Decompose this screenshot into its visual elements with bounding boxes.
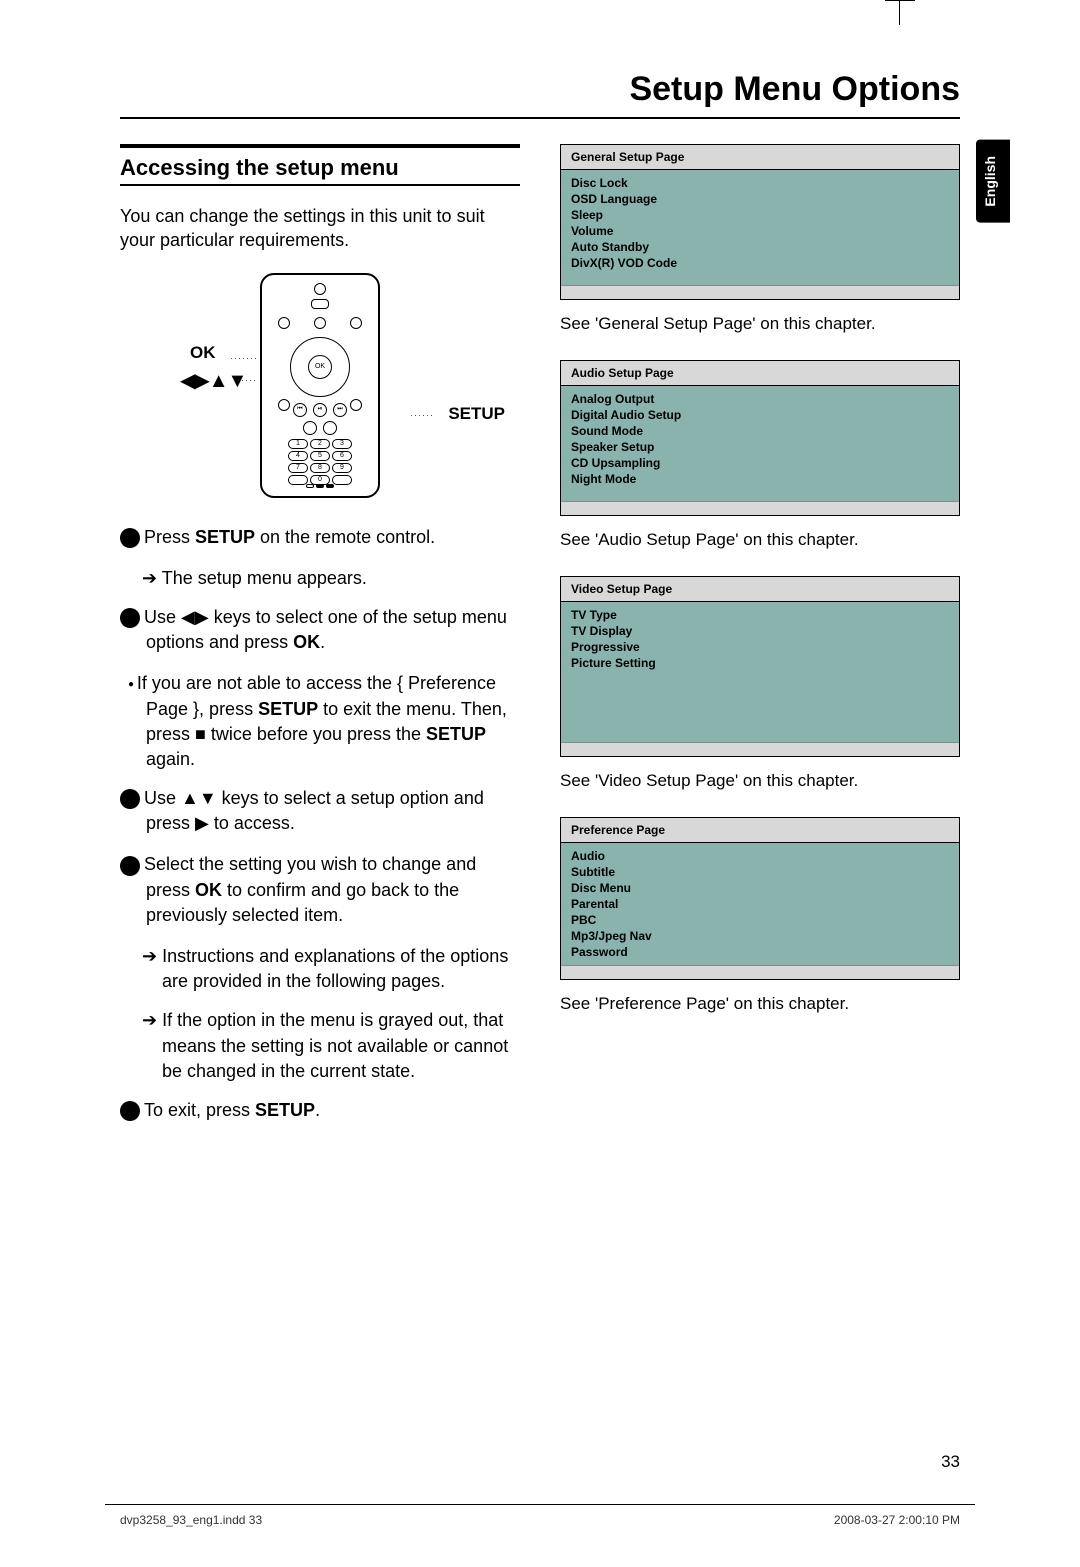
title-rule bbox=[120, 117, 960, 119]
menu-item: Speaker Setup bbox=[561, 439, 959, 455]
footer-rule bbox=[105, 1504, 975, 1505]
menu-item: Sleep bbox=[561, 207, 959, 223]
menu-item: Volume bbox=[561, 223, 959, 239]
step-4-sub2: If the option in the menu is grayed out,… bbox=[120, 1008, 520, 1084]
manual-page: English Setup Menu Options Accessing the… bbox=[0, 0, 1080, 1567]
menu-header: Preference Page bbox=[561, 818, 959, 843]
intro-text: You can change the settings in this unit… bbox=[120, 204, 520, 253]
menu-caption: See 'Preference Page' on this chapter. bbox=[560, 994, 960, 1014]
footer-timestamp: 2008-03-27 2:00:10 PM bbox=[834, 1513, 960, 1527]
step-number-icon: 4 bbox=[120, 856, 140, 876]
remote-label-setup: SETUP bbox=[448, 404, 505, 424]
menu-item: Analog Output bbox=[561, 391, 959, 407]
menu-item: Digital Audio Setup bbox=[561, 407, 959, 423]
menu-item: Disc Lock bbox=[561, 175, 959, 191]
menu-item: Progressive bbox=[561, 639, 959, 655]
menu-item: TV Display bbox=[561, 623, 959, 639]
menu-caption: See 'General Setup Page' on this chapter… bbox=[560, 314, 960, 334]
menu-item: Audio bbox=[561, 848, 959, 864]
menu-item: Disc Menu bbox=[561, 880, 959, 896]
step-number-icon: 1 bbox=[120, 528, 140, 548]
menu-video-setup: Video Setup Page TV Type TV Display Prog… bbox=[560, 576, 960, 757]
remote-control-icon: OK ⏮⏯⏭ 123 456 789 0 bbox=[260, 273, 380, 498]
right-column: General Setup Page Disc Lock OSD Languag… bbox=[560, 144, 960, 1139]
menu-caption: See 'Audio Setup Page' on this chapter. bbox=[560, 530, 960, 550]
menu-item: Subtitle bbox=[561, 864, 959, 880]
menu-header: Video Setup Page bbox=[561, 577, 959, 602]
menu-item: Picture Setting bbox=[561, 655, 959, 671]
step-2: 2Use keys to select one of the setup men… bbox=[120, 605, 520, 655]
menu-item: OSD Language bbox=[561, 191, 959, 207]
menu-header: General Setup Page bbox=[561, 145, 959, 170]
step-3: 3Use keys to select a setup option and p… bbox=[120, 786, 520, 836]
language-tab: English bbox=[976, 140, 1010, 223]
menu-item: PBC bbox=[561, 912, 959, 928]
menu-audio-setup: Audio Setup Page Analog Output Digital A… bbox=[560, 360, 960, 516]
step-number-icon: 5 bbox=[120, 1101, 140, 1121]
step-1-sub: The setup menu appears. bbox=[120, 566, 520, 591]
section-heading: Accessing the setup menu bbox=[120, 152, 520, 184]
menu-item: Auto Standby bbox=[561, 239, 959, 255]
menu-item: CD Upsampling bbox=[561, 455, 959, 471]
left-column: Accessing the setup menu You can change … bbox=[120, 144, 520, 1139]
step-number-icon: 2 bbox=[120, 608, 140, 628]
step-1: 1Press SETUP on the remote control. bbox=[120, 525, 520, 550]
menu-caption: See 'Video Setup Page' on this chapter. bbox=[560, 771, 960, 791]
steps-list: 1Press SETUP on the remote control. The … bbox=[120, 525, 520, 1124]
page-number: 33 bbox=[941, 1452, 960, 1472]
step-5: 5To exit, press SETUP. bbox=[120, 1098, 520, 1123]
menu-item: Mp3/Jpeg Nav bbox=[561, 928, 959, 944]
step-2-note: If you are not able to access the { Pref… bbox=[120, 671, 520, 772]
menu-item: DivX(R) VOD Code bbox=[561, 255, 959, 271]
menu-item: Sound Mode bbox=[561, 423, 959, 439]
remote-label-ok: OK bbox=[190, 343, 216, 363]
step-4-sub1: Instructions and explanations of the opt… bbox=[120, 944, 520, 994]
remote-diagram: OK ◀▶▲▼ SETUP ······· ······ ······ OK ⏮… bbox=[120, 273, 520, 503]
step-4: 4Select the setting you wish to change a… bbox=[120, 852, 520, 928]
page-title: Setup Menu Options bbox=[120, 70, 960, 109]
menu-item: Password bbox=[561, 944, 959, 960]
menu-general-setup: General Setup Page Disc Lock OSD Languag… bbox=[560, 144, 960, 300]
menu-item: Night Mode bbox=[561, 471, 959, 487]
menu-header: Audio Setup Page bbox=[561, 361, 959, 386]
step-number-icon: 3 bbox=[120, 789, 140, 809]
menu-item: TV Type bbox=[561, 607, 959, 623]
footer-filename: dvp3258_93_eng1.indd 33 bbox=[120, 1513, 262, 1527]
menu-preference: Preference Page Audio Subtitle Disc Menu… bbox=[560, 817, 960, 980]
menu-item: Parental bbox=[561, 896, 959, 912]
